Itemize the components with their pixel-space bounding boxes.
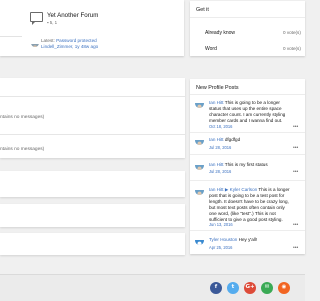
divider bbox=[190, 17, 305, 18]
more-options-icon[interactable]: ••• bbox=[293, 124, 298, 130]
google-plus-icon[interactable]: G+ bbox=[244, 282, 256, 294]
post-date[interactable]: Jul 28, 2016 bbox=[209, 169, 231, 174]
divider bbox=[190, 154, 305, 155]
divider bbox=[190, 180, 305, 181]
post-author[interactable]: Tyler Houston bbox=[209, 237, 237, 242]
avatar[interactable] bbox=[195, 136, 204, 145]
more-options-icon[interactable]: ••• bbox=[293, 145, 298, 151]
divider bbox=[190, 132, 305, 133]
post-text: Ian Hitt This is going to be a longer st… bbox=[209, 100, 291, 124]
no-messages-text: ntains no messages) bbox=[0, 147, 45, 152]
post-body: dfgdfgd bbox=[224, 137, 241, 142]
post-date[interactable]: Oct 18, 2016 bbox=[209, 124, 232, 129]
forum-node-card: Yet Another Forum ▪ 5, 1 Latest: Passwor… bbox=[0, 0, 184, 56]
twitter-icon[interactable]: t bbox=[227, 282, 239, 294]
poll-header: Get it bbox=[196, 7, 209, 13]
avatar[interactable] bbox=[31, 39, 39, 47]
twitter-glyph: t bbox=[231, 284, 235, 291]
forum-list-panel bbox=[0, 233, 185, 255]
more-options-icon[interactable]: ••• bbox=[293, 245, 298, 251]
divider bbox=[190, 230, 305, 231]
post-author[interactable]: Ian Hitt ▶ Kyler Carlson bbox=[209, 187, 257, 192]
poll-option-label[interactable]: Already know bbox=[205, 30, 235, 36]
post-author[interactable]: Ian Hitt bbox=[209, 137, 224, 142]
footer-share-bar: f t G+ ✉ ◉ bbox=[0, 274, 305, 301]
more-options-icon[interactable]: ••• bbox=[293, 222, 298, 228]
post-author[interactable]: Ian Hitt bbox=[209, 162, 224, 167]
avatar[interactable] bbox=[195, 161, 204, 170]
post-body: This is a longer post that is going to b… bbox=[209, 187, 290, 222]
avatar[interactable] bbox=[195, 236, 204, 245]
email-glyph: ✉ bbox=[264, 284, 270, 291]
post-date[interactable]: Apr 25, 2016 bbox=[209, 245, 232, 250]
avatar[interactable] bbox=[195, 99, 204, 108]
post-body: This is my first status bbox=[224, 162, 268, 167]
latest-prefix: Latest: bbox=[41, 38, 55, 43]
forum-stats: ▪ 5, 1 bbox=[47, 20, 57, 25]
poll-option-count: 0 vote(s) bbox=[283, 46, 301, 51]
poll-option-label[interactable]: Word bbox=[205, 46, 217, 52]
poll-option-count: 0 vote(s) bbox=[283, 30, 301, 35]
post-text: Ian Hitt ▶ Kyler Carlson This is a longe… bbox=[209, 187, 291, 222]
latest-post-meta[interactable]: Lindell_Zimmer, 1y 48w ago bbox=[41, 44, 98, 49]
forum-title[interactable]: Yet Another Forum bbox=[47, 12, 98, 19]
forum-chat-icon bbox=[30, 12, 43, 25]
profile-posts-card: New Profile Posts Ian Hitt This is going… bbox=[190, 79, 305, 254]
forum-list-panel bbox=[0, 171, 185, 197]
forum-list-panel: ntains no messages) ntains no messages) bbox=[0, 78, 185, 158]
facebook-glyph: f bbox=[214, 284, 218, 291]
no-messages-text: ntains no messages) bbox=[0, 115, 45, 120]
email-icon[interactable]: ✉ bbox=[261, 282, 273, 294]
divider bbox=[0, 96, 185, 97]
latest-thread-link[interactable]: Password protected bbox=[56, 38, 97, 43]
forum-list-panel bbox=[0, 204, 185, 227]
post-date[interactable]: Jun 13, 2016 bbox=[209, 222, 233, 227]
post-text: Ian Hitt This is my first status bbox=[209, 162, 291, 168]
facebook-icon[interactable]: f bbox=[210, 282, 222, 294]
rss-glyph: ◉ bbox=[281, 284, 287, 291]
latest-post: Latest: Password protected bbox=[41, 38, 97, 43]
google-plus-glyph: G+ bbox=[245, 284, 255, 291]
post-text: Ian Hitt dfgdfgd bbox=[209, 137, 291, 143]
profile-posts-header: New Profile Posts bbox=[196, 85, 239, 91]
forum-stats-values: 5, 1 bbox=[49, 20, 58, 25]
post-body: Hey y'all! bbox=[238, 237, 258, 242]
more-options-icon[interactable]: ••• bbox=[293, 169, 298, 175]
post-date[interactable]: Jul 28, 2016 bbox=[209, 145, 231, 150]
rss-icon[interactable]: ◉ bbox=[278, 282, 290, 294]
divider bbox=[190, 94, 305, 95]
post-text: Tyler Houston Hey y'all! bbox=[209, 237, 291, 243]
divider bbox=[0, 36, 22, 37]
avatar[interactable] bbox=[195, 186, 204, 195]
poll-card: Get it Already know 0 vote(s) Word 0 vot… bbox=[190, 1, 305, 56]
threads-icon: ▪ bbox=[47, 20, 49, 25]
divider bbox=[0, 134, 185, 135]
post-author[interactable]: Ian Hitt bbox=[209, 100, 224, 105]
